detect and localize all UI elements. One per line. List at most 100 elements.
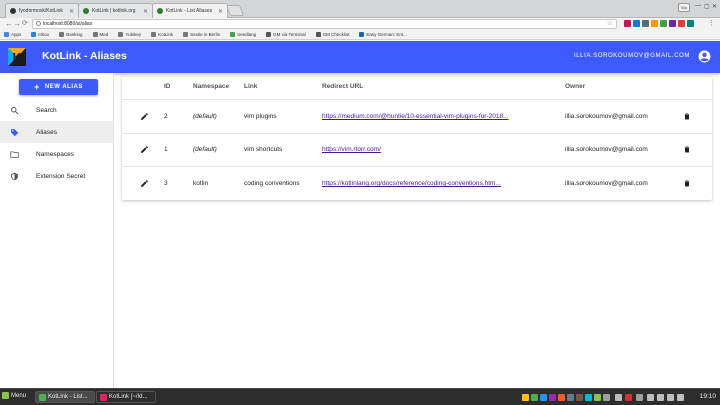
close-icon[interactable]: ✕ bbox=[140, 8, 148, 15]
tray-icon[interactable] bbox=[576, 394, 583, 401]
column-header-namespace[interactable]: Namespace bbox=[193, 83, 229, 90]
reload-icon[interactable]: ⟳ bbox=[22, 19, 28, 29]
menu-dots-icon[interactable]: ⋮ bbox=[708, 19, 715, 29]
folder-icon bbox=[118, 32, 124, 37]
bookmark-sextie[interactable]: Sextie in Berlin bbox=[183, 32, 220, 37]
delete-icon[interactable] bbox=[683, 145, 691, 154]
extension-icon[interactable] bbox=[678, 20, 685, 27]
alias-owner: illia.sorokoumov@gmail.com bbox=[565, 180, 648, 187]
close-icon[interactable]: ✕ bbox=[215, 8, 223, 15]
tab-github[interactable]: fyodormosk/KotLink ✕ bbox=[5, 3, 79, 18]
bookmark-apps[interactable]: Apps bbox=[4, 32, 21, 37]
security-icon bbox=[11, 172, 18, 180]
sidebar-item-aliases[interactable]: Aliases bbox=[0, 121, 113, 143]
tray-icon[interactable] bbox=[594, 394, 601, 401]
edit-icon[interactable] bbox=[140, 145, 149, 154]
back-icon[interactable]: ← bbox=[5, 19, 13, 29]
extension-icon[interactable] bbox=[660, 20, 667, 27]
tray-icon[interactable] bbox=[531, 394, 538, 401]
delete-icon[interactable] bbox=[683, 179, 691, 188]
alias-namespace: kotlin bbox=[193, 180, 209, 187]
bookmark-gm-terminal[interactable]: GM via Terminal bbox=[266, 32, 306, 37]
extension-icon[interactable] bbox=[687, 20, 694, 27]
maximize-icon[interactable]: ▢ bbox=[704, 3, 710, 10]
tray-icon[interactable] bbox=[540, 394, 547, 401]
page-icon bbox=[315, 32, 321, 37]
sidebar-item-extension-secret[interactable]: Extension Secret bbox=[0, 165, 113, 187]
bookmark-label: GM via Terminal bbox=[273, 32, 306, 37]
extension-icon[interactable] bbox=[651, 20, 658, 27]
tab-list-aliases[interactable]: KotLink - List Aliases ✕ bbox=[152, 3, 228, 18]
alias-owner: illia.sorokoumov@gmail.com bbox=[565, 113, 648, 120]
user-icon[interactable] bbox=[615, 394, 622, 401]
forward-icon[interactable]: → bbox=[13, 19, 21, 29]
alias-redirect-url[interactable]: https://medium.com/@huntie/10-essential-… bbox=[322, 113, 509, 120]
bookmark-yubikey[interactable]: Yubikey bbox=[118, 32, 141, 37]
alias-redirect-url[interactable]: https://vim.rtorr.com/ bbox=[322, 146, 381, 153]
column-header-link[interactable]: Link bbox=[244, 83, 257, 90]
seedlang-icon bbox=[230, 32, 236, 37]
tray-icon[interactable] bbox=[558, 394, 565, 401]
taskbar-window-intellij[interactable]: KotLink [~/Id... bbox=[96, 391, 156, 403]
alias-namespace: (default) bbox=[193, 113, 217, 120]
new-alias-button[interactable]: + NEW ALIAS bbox=[19, 79, 98, 95]
alias-id: 2 bbox=[164, 113, 168, 120]
shield-icon[interactable] bbox=[636, 394, 643, 401]
new-tab-button[interactable] bbox=[225, 5, 245, 16]
profile-button[interactable]: Illia bbox=[678, 3, 690, 12]
tray-icon[interactable] bbox=[585, 394, 592, 401]
user-email: ILLIA.SOROKOUMOV@GMAIL.COM bbox=[573, 53, 690, 59]
alias-redirect-url[interactable]: https://kotlinlang.org/docs/reference/co… bbox=[322, 180, 501, 187]
bookmark-inbox[interactable]: Inbox bbox=[31, 32, 49, 37]
column-header-owner[interactable]: Owner bbox=[565, 83, 585, 90]
bookmark-label: Yubikey bbox=[125, 32, 142, 37]
bookmark-gm-checklist[interactable]: GM Checklist bbox=[315, 32, 350, 37]
bookmark-med[interactable]: Med bbox=[92, 32, 108, 37]
sidebar-item-namespaces[interactable]: Namespaces bbox=[0, 143, 113, 165]
start-menu-button[interactable]: Menu bbox=[2, 392, 26, 399]
edit-icon[interactable] bbox=[140, 179, 149, 188]
folder-icon bbox=[10, 151, 19, 158]
bookmark-label: Apps bbox=[11, 32, 22, 37]
bookmark-label: Banking bbox=[66, 32, 83, 37]
tab-kotlink-org[interactable]: KotLink | kotlink.org ✕ bbox=[78, 3, 153, 18]
edit-icon[interactable] bbox=[140, 112, 149, 121]
extension-icon[interactable] bbox=[642, 20, 649, 27]
apps-icon bbox=[4, 32, 9, 37]
sidebar-item-search[interactable]: Search bbox=[0, 99, 113, 121]
bluetooth-icon[interactable] bbox=[667, 394, 674, 401]
extension-icon[interactable] bbox=[669, 20, 676, 27]
bookmark-kotlink[interactable]: KotLink bbox=[151, 32, 173, 37]
tray-icon[interactable] bbox=[522, 394, 529, 401]
close-icon[interactable]: ✕ bbox=[66, 8, 74, 15]
us-flag-icon[interactable] bbox=[625, 394, 632, 401]
app-bar: K KotLink - Aliases ILLIA.SOROKOUMOV@GMA… bbox=[0, 41, 720, 73]
bookmark-label: Seedlang bbox=[237, 32, 257, 37]
alias-id: 1 bbox=[164, 146, 168, 153]
tray-icon[interactable] bbox=[549, 394, 556, 401]
column-header-redirect-url[interactable]: Redirect URL bbox=[322, 83, 363, 90]
taskbar-window-chrome[interactable]: KotLink - List... bbox=[35, 391, 95, 403]
battery-icon[interactable] bbox=[677, 394, 684, 401]
browser-toolbar: ← → ⟳ localhost:8080/ui/alias ☆ ⋮ bbox=[0, 18, 720, 30]
bookmarks-bar: Apps Inbox Banking Med Yubikey KotLink S… bbox=[0, 30, 720, 40]
account-circle-icon[interactable] bbox=[698, 50, 711, 63]
wifi-icon[interactable] bbox=[647, 394, 654, 401]
close-window-icon[interactable]: ✕ bbox=[712, 3, 717, 10]
address-bar[interactable]: localhost:8080/ui/alias ☆ bbox=[32, 19, 617, 29]
bookmark-banking[interactable]: Banking bbox=[59, 32, 83, 37]
clock[interactable]: 19:10 bbox=[700, 393, 716, 400]
bookmark-label: KotLink bbox=[158, 32, 174, 37]
volume-icon[interactable] bbox=[657, 394, 664, 401]
minimize-icon[interactable]: — bbox=[695, 3, 701, 9]
tray-icon[interactable] bbox=[603, 394, 610, 401]
column-header-id[interactable]: ID bbox=[164, 83, 171, 90]
bookmark-easy-german[interactable]: Easy German: Ent... bbox=[359, 32, 407, 37]
bookmark-star-icon[interactable]: ☆ bbox=[607, 20, 613, 28]
extension-icon[interactable] bbox=[633, 20, 640, 27]
bookmark-seedlang[interactable]: Seedlang bbox=[230, 32, 256, 37]
delete-icon[interactable] bbox=[683, 112, 691, 121]
tray-icon[interactable] bbox=[567, 394, 574, 401]
bookmark-label: GM Checklist bbox=[322, 32, 350, 37]
extension-icon[interactable] bbox=[624, 20, 631, 27]
